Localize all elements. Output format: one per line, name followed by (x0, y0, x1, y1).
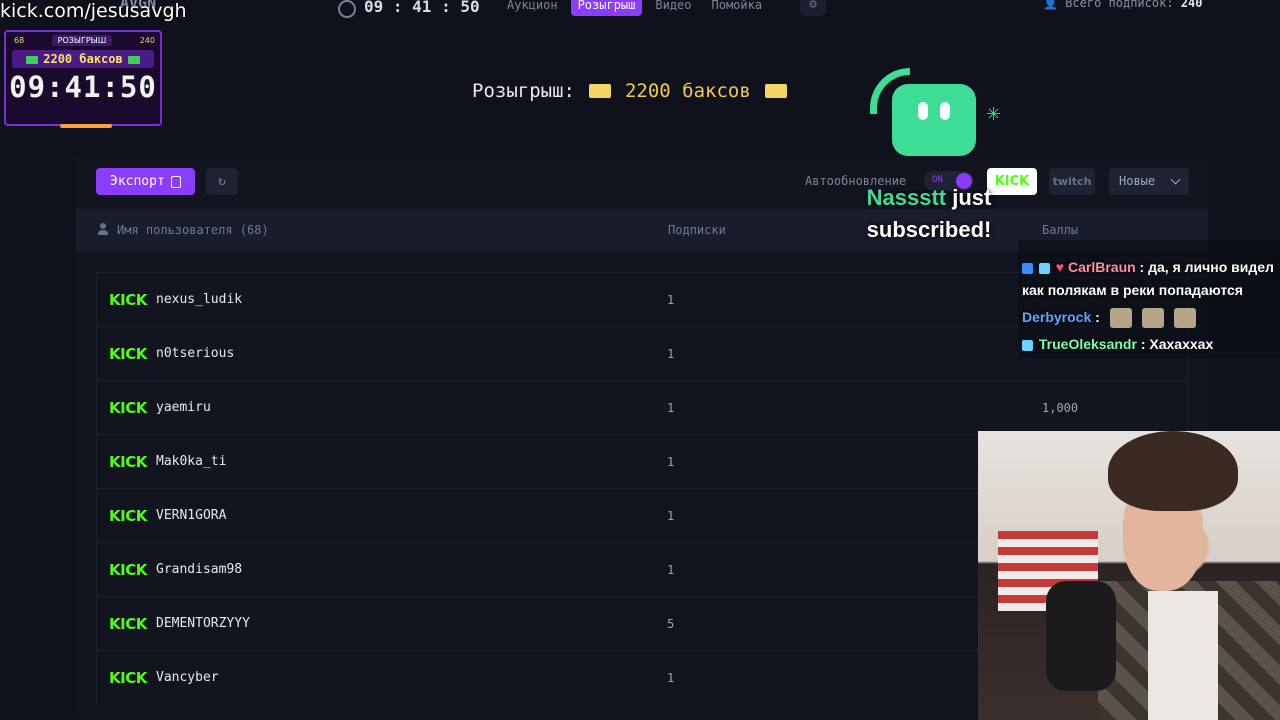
export-label: Экспорт (110, 174, 165, 189)
giveaway-title: Розыгрыш: 2200 баксов (472, 80, 787, 102)
alert-bot-mascot: ✳ (858, 64, 1008, 164)
kick-logo-icon: KICK (109, 668, 147, 687)
nav-video[interactable]: Видео (648, 0, 698, 16)
top-navbar: AVGN 09 : 41 : 50 Аукцион Розыгрыш Видео… (0, 0, 1280, 18)
nav-trash[interactable]: Помойка (705, 0, 770, 16)
kick-logo-icon: KICK (109, 614, 147, 633)
heart-badge-icon: ♥ (1055, 259, 1065, 275)
row-subs: 1 (667, 400, 675, 415)
widget-badge: РОЗЫГРЫШ (51, 35, 113, 46)
row-username: DEMENTORZYYY (156, 616, 250, 631)
clock-icon (338, 0, 356, 18)
row-subs: 1 (667, 670, 675, 685)
kick-logo-icon: KICK (109, 452, 147, 471)
table-row[interactable]: KICK yaemiru 1 1,000 (96, 380, 1188, 434)
widget-timer: 09:41:50 (9, 70, 157, 104)
channel-url-watermark: kick.com/jesusavgh (0, 0, 187, 22)
kick-logo-icon: KICK (109, 290, 147, 309)
money-icon (127, 55, 140, 64)
chat-username: TrueOleksandr (1038, 336, 1137, 352)
giveaway-amount: 2200 баксов (624, 80, 751, 102)
row-username: Grandisam98 (156, 562, 243, 577)
row-username: Mak0ka_ti (156, 454, 227, 469)
bot-body (892, 84, 976, 156)
row-subs: 1 (667, 346, 675, 361)
chat-username: CarlBraun (1067, 259, 1136, 275)
chat-message: Derbyrock : (1018, 304, 1280, 331)
chat-message: TrueOleksandr : Хахаххах (1018, 331, 1280, 358)
cash-icon (588, 84, 611, 98)
nav-auction[interactable]: Аукцион (500, 0, 565, 16)
total-subs-label: Всего подписок: (1065, 0, 1174, 10)
emote-icon (1109, 308, 1132, 329)
widget-prize: 2200 баксов (12, 50, 154, 68)
gem-badge-icon (1022, 339, 1033, 351)
row-subs: 1 (667, 508, 675, 523)
emote-icon (1173, 308, 1196, 329)
col-points[interactable]: Баллы (1042, 223, 1078, 237)
chat-text: Хахаххах (1149, 336, 1214, 352)
chat-username: Derbyrock (1022, 309, 1092, 325)
user-icon: 👤 (1043, 0, 1058, 10)
row-points: 1,000 (1042, 400, 1079, 415)
kick-logo-icon: KICK (109, 560, 147, 579)
chat-message-partial (1018, 240, 1280, 254)
user-icon (98, 223, 108, 235)
widget-prize-text: 2200 баксов (43, 52, 123, 66)
giveaway-overlay-widget: 68 РОЗЫГРЫШ 240 2200 баксов 09:41:50 (4, 30, 162, 128)
alert-text-2: subscribed! (866, 217, 992, 242)
webcam-hair (1108, 431, 1238, 511)
alert-text-1: just (946, 185, 992, 210)
clock-time: 09 : 41 : 50 (364, 0, 480, 16)
widget-left-count: 68 (14, 36, 25, 45)
row-username: n0tserious (156, 346, 235, 361)
emote-icon (1141, 308, 1164, 329)
row-subs: 1 (667, 562, 675, 577)
export-button[interactable]: Экспорт (96, 168, 195, 195)
subscription-alert: Nassstt just subscribed! (852, 182, 1006, 246)
gem-badge-icon (1038, 262, 1050, 274)
kick-logo-icon: KICK (109, 344, 147, 363)
kick-logo-icon: KICK (109, 506, 147, 525)
cash-icon (764, 84, 787, 98)
widget-progress-bar (60, 124, 112, 128)
widget-right-count: 240 (139, 36, 155, 45)
sort-select[interactable]: Новые (1109, 168, 1189, 195)
export-file-icon (170, 175, 181, 188)
panel-toolbar: Экспорт ↻ Автообновление ON KICK twitch … (76, 155, 1208, 209)
streamer-webcam (978, 431, 1280, 720)
bot-eye (940, 102, 950, 120)
microphone (1046, 581, 1116, 691)
row-subs: 1 (667, 454, 675, 469)
row-subs: 1 (667, 292, 675, 307)
filter-twitch-button[interactable]: twitch (1049, 168, 1095, 195)
webcam-tshirt (1148, 591, 1218, 720)
row-username: VERN1GORA (156, 508, 227, 523)
sort-value: Новые (1119, 174, 1156, 188)
sparkle-icon: ✳ (986, 104, 1002, 125)
kick-logo-icon: KICK (109, 398, 147, 417)
row-username: Vancyber (156, 670, 219, 685)
money-icon (26, 55, 39, 64)
nav-giveaway[interactable]: Розыгрыш (570, 0, 643, 16)
total-subs-count: 240 (1180, 0, 1203, 10)
total-subs: 👤 Всего подписок: 240 (1043, 0, 1202, 10)
row-subs: 5 (667, 616, 675, 631)
sub-badge-icon (1022, 262, 1033, 274)
row-username: yaemiru (156, 400, 211, 415)
refresh-button[interactable]: ↻ (206, 168, 238, 195)
top-clock: 09 : 41 : 50 (338, 0, 480, 18)
col-subs[interactable]: Подписки (668, 223, 726, 237)
giveaway-title-label: Розыгрыш: (472, 80, 575, 102)
chat-overlay: ♥ CarlBraun : да, я лично видел как поля… (1018, 240, 1280, 358)
main-nav: Аукцион Розыгрыш Видео Помойка (500, 0, 769, 16)
alert-username: Nassstt (866, 185, 947, 210)
chat-message: ♥ CarlBraun : да, я лично видел как поля… (1018, 254, 1280, 304)
row-username: nexus_ludik (156, 292, 243, 307)
col-username[interactable]: Имя пользователя (68) (117, 223, 269, 237)
chevron-down-icon (1170, 174, 1181, 185)
bot-eye (918, 102, 928, 120)
settings-gear-icon[interactable]: ⚙ (800, 0, 826, 16)
